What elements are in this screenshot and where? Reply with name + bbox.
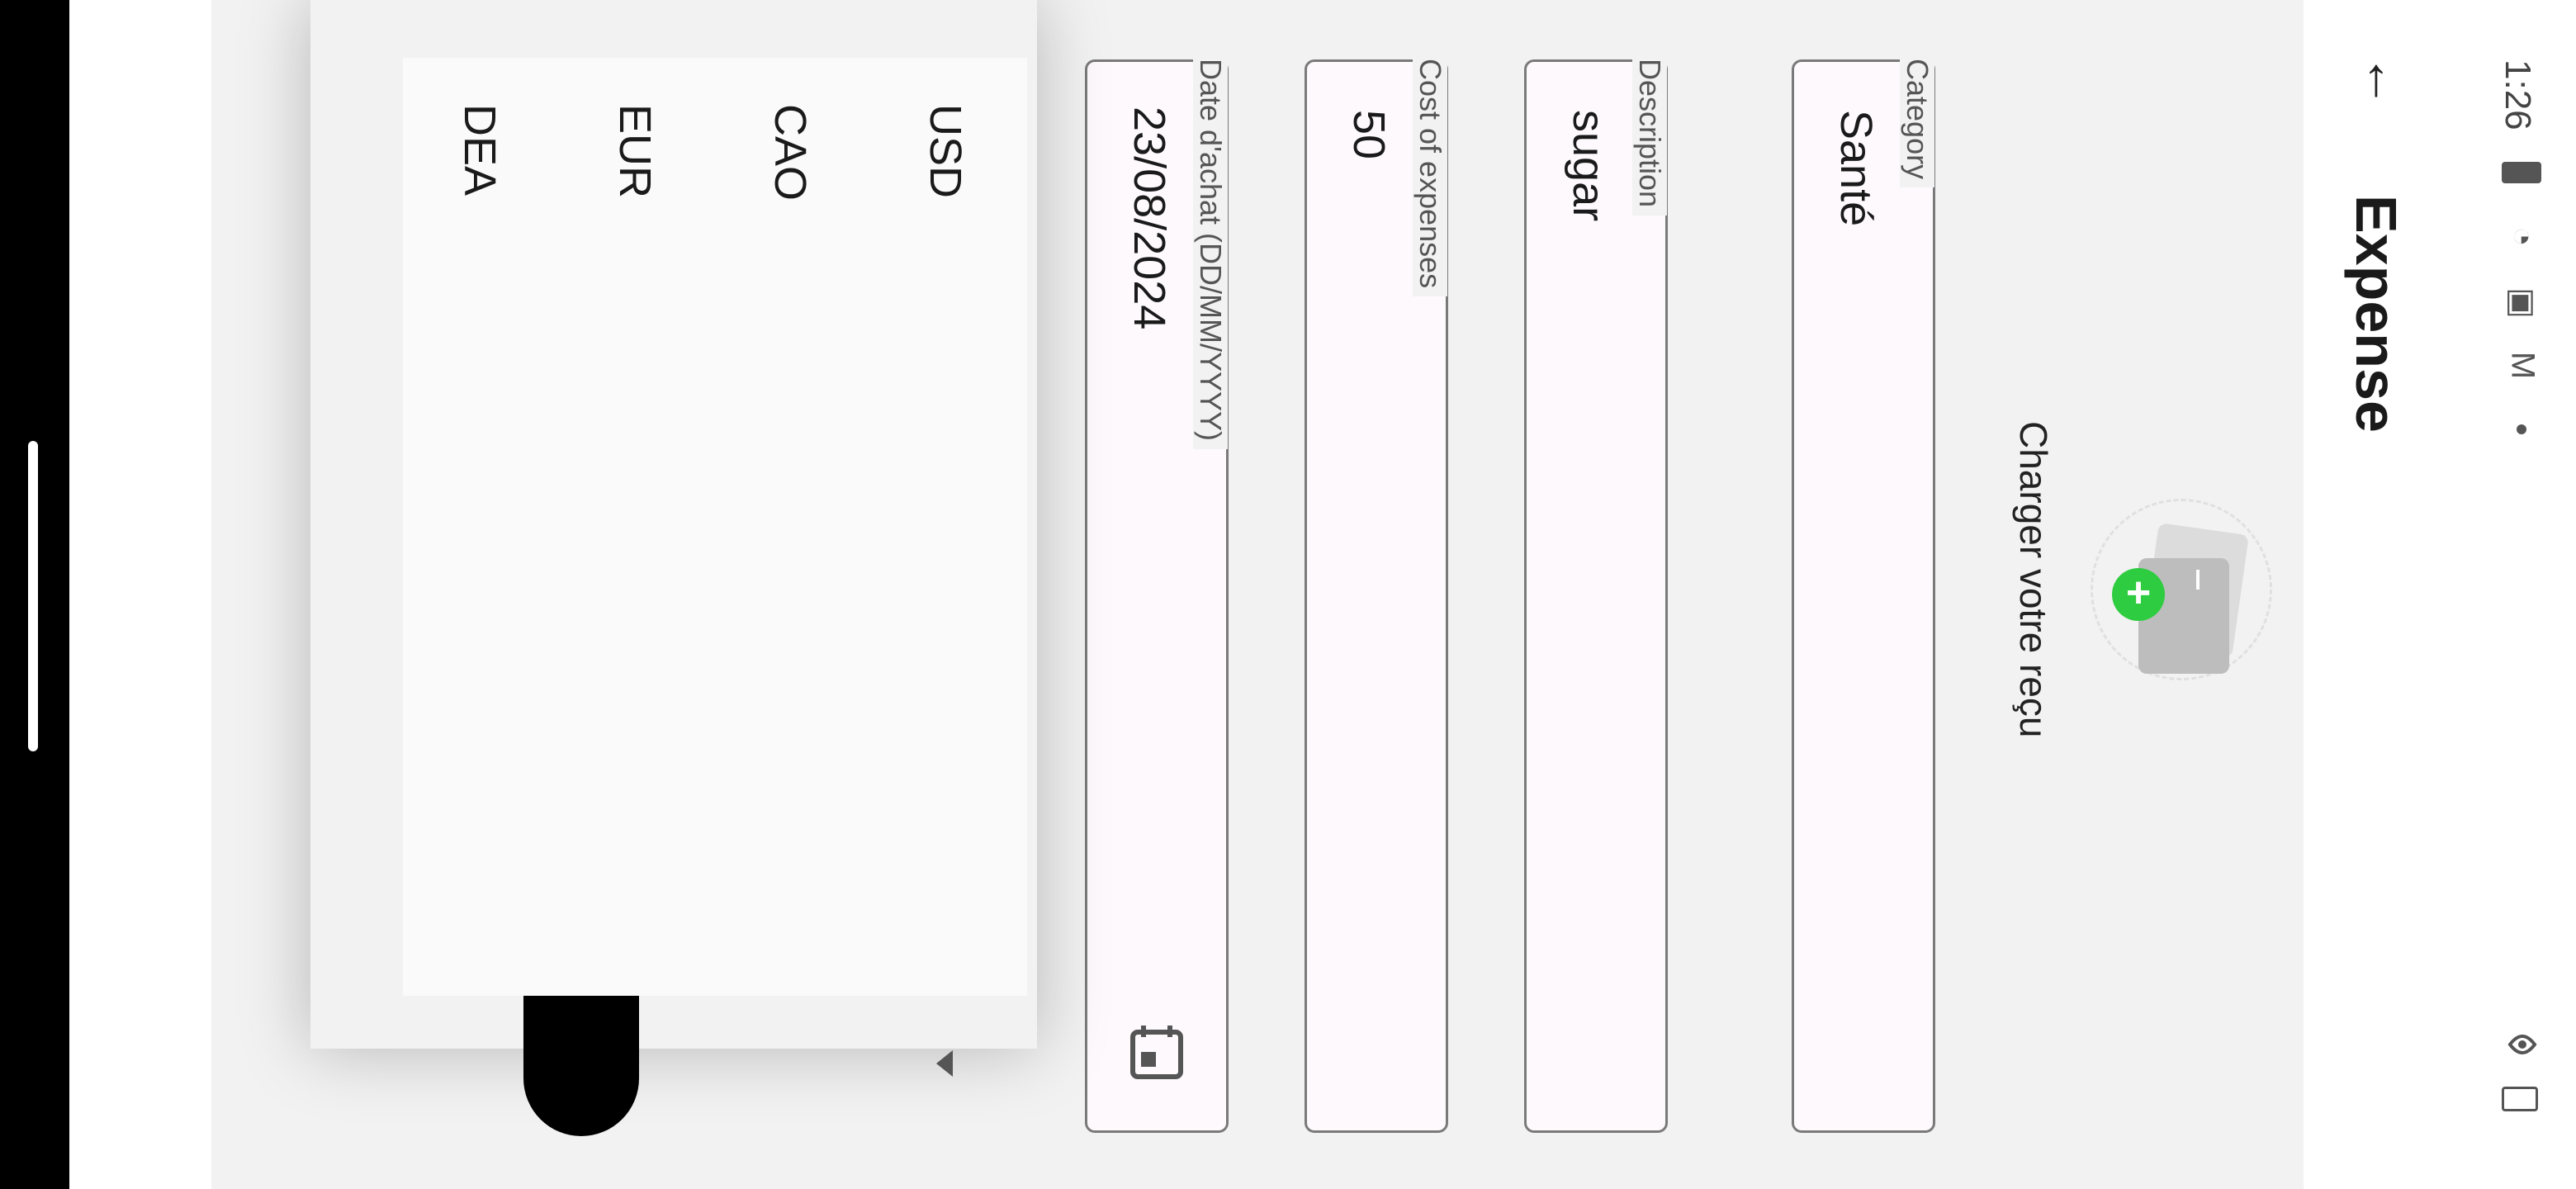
dropdown-caret-icon[interactable] (936, 1050, 953, 1077)
currency-dropdown-menu: USD CAO EUR DEA (403, 58, 1027, 996)
currency-option[interactable]: EUR (609, 104, 661, 198)
dropdown-anchor (523, 996, 639, 1136)
notification-dot-icon (2517, 424, 2526, 434)
cost-field[interactable]: Cost of expenses 50 (1305, 50, 1448, 1133)
back-arrow-icon[interactable]: ← (2353, 48, 2419, 114)
category-value: Santé (1831, 110, 1881, 227)
cost-value: 50 (1344, 110, 1394, 160)
category-label: Category (1900, 50, 1934, 188)
add-icon[interactable]: + (2112, 568, 2165, 621)
timer-icon: ◔ (2504, 226, 2541, 247)
screen-edge-left (69, 0, 211, 1189)
calendar-icon[interactable] (1128, 1024, 1186, 1082)
currency-option[interactable]: CAO (765, 104, 816, 201)
system-nav-bar (0, 0, 69, 1189)
receipt-lines-icon (2196, 570, 2229, 590)
currency-option[interactable]: DEA (454, 104, 505, 196)
nav-handle[interactable] (28, 441, 38, 751)
description-value: sugar (1564, 110, 1613, 222)
upload-receipt-label: Charger votre reçu (2012, 421, 2055, 738)
category-field[interactable]: Category Santé (1792, 50, 1935, 1133)
description-field[interactable]: Description sugar (1524, 50, 1668, 1133)
calendar-notification-icon: ▣ (2504, 287, 2540, 319)
currency-option[interactable]: USD (920, 104, 971, 198)
cost-label: Cost of expenses (1413, 50, 1447, 297)
date-label: Date d'achat (DD/MM/YYYY) (1193, 50, 1228, 450)
status-time: 1:26 (2498, 59, 2538, 130)
battery-icon (2502, 162, 2541, 183)
date-value: 23/08/2024 (1125, 107, 1174, 330)
eye-comfort-icon (2502, 1024, 2543, 1065)
description-label: Description (1632, 50, 1667, 216)
gmail-icon: M (2504, 351, 2541, 380)
charging-icon (2502, 1087, 2538, 1111)
page-title: Expense (2344, 195, 2408, 433)
date-field[interactable]: Date d'achat (DD/MM/YYYY) 23/08/2024 (1085, 50, 1229, 1133)
